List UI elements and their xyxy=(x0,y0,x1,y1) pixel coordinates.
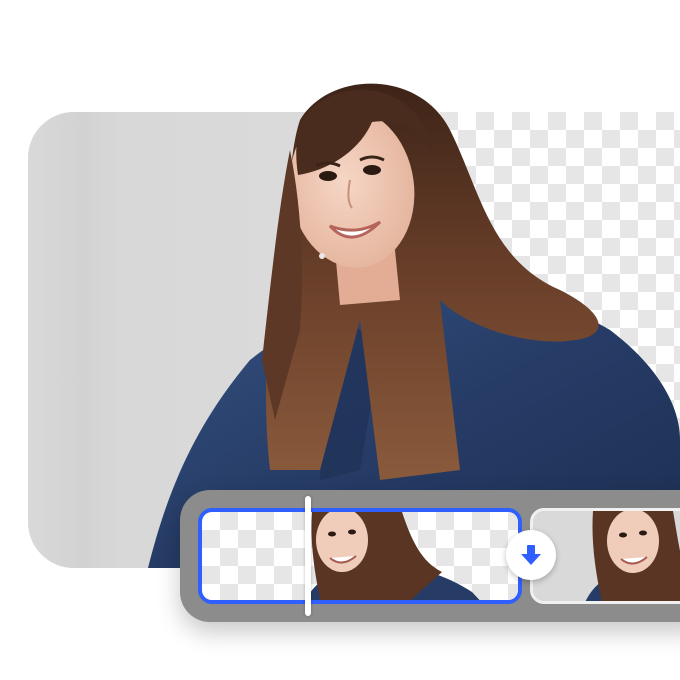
editor-canvas xyxy=(0,0,680,680)
thumbnail-selected[interactable] xyxy=(198,508,522,604)
thumbnail-filmstrip xyxy=(180,490,680,622)
arrow-down-icon xyxy=(521,545,541,565)
comparison-slider-handle[interactable] xyxy=(305,496,311,616)
download-button[interactable] xyxy=(506,530,556,580)
thumbnail-subject xyxy=(305,512,480,600)
